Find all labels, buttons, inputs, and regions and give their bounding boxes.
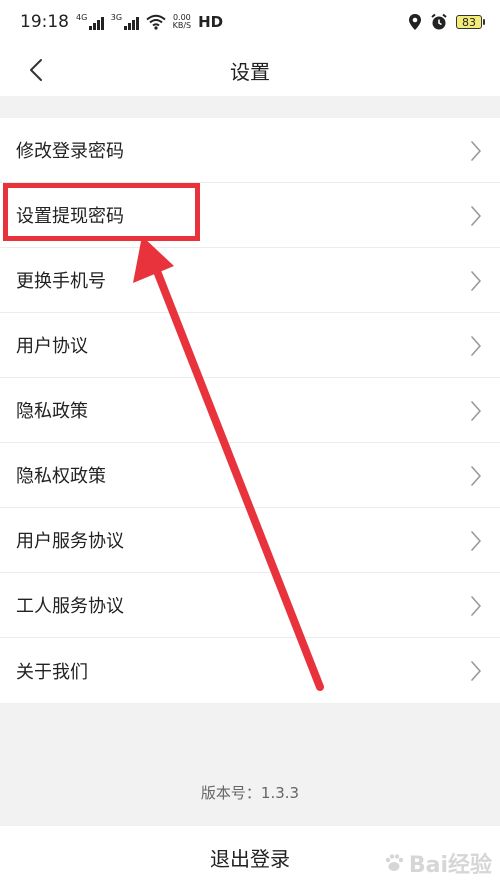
network-3g-label: 3G (110, 13, 123, 22)
menu-item-worker-service-agreement[interactable]: 工人服务协议 (0, 573, 500, 638)
chevron-right-icon (471, 141, 481, 161)
chevron-right-icon (471, 531, 481, 551)
chevron-right-icon (471, 401, 481, 421)
logout-label: 退出登录 (210, 847, 290, 871)
version-label: 版本号：1.3.3 (200, 784, 300, 802)
speed-unit: KB/S (172, 21, 192, 30)
menu-item-label: 更换手机号 (16, 271, 106, 292)
location-icon (409, 14, 421, 30)
status-left: 19:18 4G 3G 0.00 KB/S HD (20, 12, 223, 32)
alarm-icon (431, 13, 447, 30)
menu-item-user-service-agreement[interactable]: 用户服务协议 (0, 508, 500, 573)
chevron-right-icon (471, 336, 481, 356)
signal-3g: 3G (111, 14, 139, 30)
network-4g-label: 4G (76, 13, 88, 22)
watermark-text: Bai经验 (408, 853, 492, 878)
page-title: 设置 (230, 59, 270, 84)
menu-item-label: 用户协议 (16, 336, 88, 357)
menu-item-about-us[interactable]: 关于我们 (0, 638, 500, 703)
menu-item-change-phone[interactable]: 更换手机号 (0, 248, 500, 313)
status-right: 83 (408, 13, 485, 31)
signal-icon (89, 16, 104, 30)
network-speed: 0.00 KB/S (173, 14, 192, 30)
menu-item-privacy-policy[interactable]: 隐私政策 (0, 378, 500, 443)
chevron-right-icon (471, 271, 481, 291)
chevron-right-icon (471, 661, 481, 681)
wifi-icon (145, 14, 166, 30)
chevron-right-icon (471, 596, 481, 616)
nav-bar: 设置 (0, 44, 500, 96)
signal-4g: 4G (76, 14, 104, 30)
paw-icon (385, 854, 404, 871)
menu-item-change-login-password[interactable]: 修改登录密码 (0, 118, 500, 183)
battery-level: 83 (462, 15, 476, 29)
menu-item-label: 工人服务协议 (16, 596, 124, 617)
menu-item-label: 用户服务协议 (16, 531, 124, 552)
back-button[interactable] (18, 52, 54, 88)
annotation-highlight-box (3, 183, 200, 241)
menu-item-user-agreement[interactable]: 用户协议 (0, 313, 500, 378)
chevron-right-icon (471, 466, 481, 486)
menu-item-label: 关于我们 (16, 661, 88, 683)
menu-item-label: 修改登录密码 (16, 141, 124, 162)
menu-item-privacy-rights-policy[interactable]: 隐私权政策 (0, 443, 500, 508)
chevron-left-icon[interactable] (29, 58, 43, 82)
watermark: Bai经验 (383, 847, 492, 879)
battery-icon: 83 (456, 15, 485, 29)
status-bar: 19:18 4G 3G 0.00 KB/S HD 83 (0, 0, 500, 44)
hd-indicator: HD (198, 13, 224, 31)
status-time: 19:18 (20, 12, 69, 32)
menu-item-label: 隐私权政策 (16, 466, 106, 487)
menu-item-label: 隐私政策 (16, 401, 88, 422)
chevron-right-icon (471, 206, 481, 226)
signal-icon-2 (124, 16, 139, 30)
